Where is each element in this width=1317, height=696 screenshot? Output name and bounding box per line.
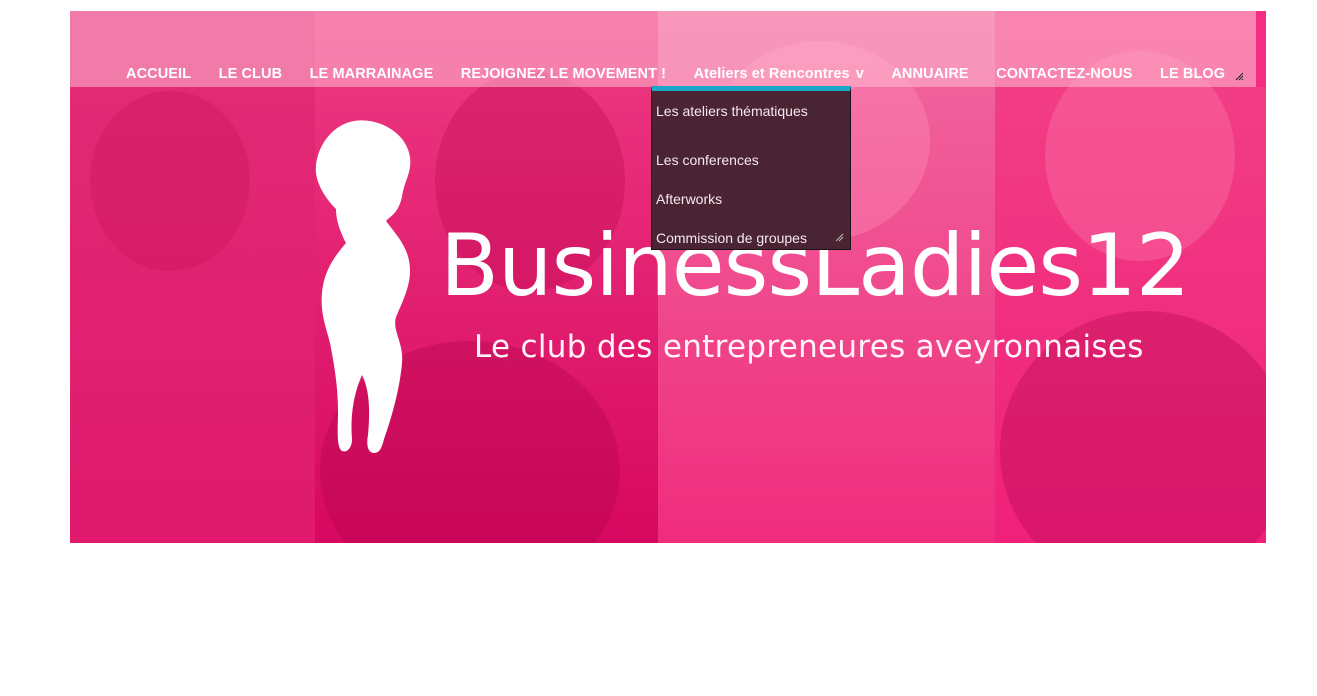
hero-tagline: Le club des entrepreneures aveyronnaises (474, 329, 1144, 365)
ateliers-dropdown-menu: Les ateliers thématiques Les conferences… (651, 86, 851, 250)
nav-le-blog[interactable]: LE BLOG (1160, 66, 1225, 82)
dropdown-item-commission-de-groupes[interactable]: Commission de groupes (656, 230, 807, 246)
hero-photo-panel-1 (70, 11, 315, 543)
main-nav: ACCUEIL LE CLUB LE MARRAINAGE REJOIGNEZ … (126, 65, 1248, 87)
photo-shape (90, 91, 250, 271)
nav-le-marrainage[interactable]: LE MARRAINAGE (310, 66, 434, 82)
resize-grip-icon[interactable] (834, 232, 844, 245)
nav-accueil[interactable]: ACCUEIL (126, 66, 191, 82)
nav-ateliers-et-rencontres[interactable]: Ateliers et Rencontres v (694, 66, 864, 82)
nav-contactez-nous[interactable]: CONTACTEZ-NOUS (996, 66, 1132, 82)
navbar: ACCUEIL LE CLUB LE MARRAINAGE REJOIGNEZ … (70, 11, 1256, 87)
chevron-down-icon: v (855, 66, 864, 82)
nav-rejoignez[interactable]: REJOIGNEZ LE MOVEMENT ! (461, 66, 666, 82)
nav-ateliers-label: Ateliers et Rencontres (693, 66, 850, 82)
nav-le-club[interactable]: LE CLUB (219, 66, 283, 82)
dropdown-item-afterworks[interactable]: Afterworks (656, 191, 722, 207)
dropdown-item-conferences[interactable]: Les conferences (656, 152, 759, 168)
woman-silhouette-logo (315, 120, 411, 454)
dropdown-item-ateliers-thematiques[interactable]: Les ateliers thématiques (656, 103, 808, 119)
resize-grip-icon[interactable] (1234, 71, 1244, 81)
nav-annuaire[interactable]: ANNUAIRE (891, 66, 968, 82)
navbar-edge (1256, 11, 1266, 87)
